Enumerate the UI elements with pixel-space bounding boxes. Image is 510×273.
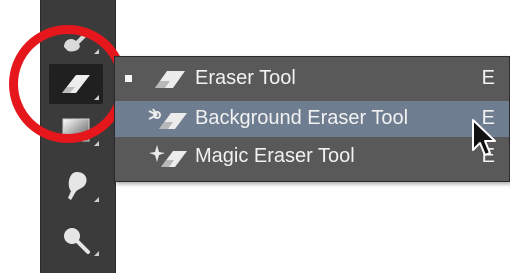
eraser-tools-flyout-menu: Eraser Tool E Background Eraser Tool E M… xyxy=(114,56,510,182)
menu-item-magic-eraser-tool[interactable]: Magic Eraser Tool E xyxy=(115,139,509,175)
menu-item-label: Magic Eraser Tool xyxy=(195,145,355,167)
eraser-icon xyxy=(62,75,90,93)
tool-group-indicator xyxy=(94,197,99,202)
brush-icon xyxy=(64,29,91,52)
mouse-cursor-icon xyxy=(472,119,496,156)
dodge-tool-button[interactable] xyxy=(49,220,103,260)
blur-icon xyxy=(68,172,87,200)
tool-group-indicator xyxy=(94,49,99,54)
eraser-icon xyxy=(155,71,185,88)
tool-group-indicator xyxy=(94,95,99,100)
tools-panel xyxy=(40,0,116,273)
dodge-icon xyxy=(64,228,90,254)
menu-item-label: Background Eraser Tool xyxy=(195,107,409,129)
selected-tool-bullet xyxy=(125,75,132,82)
menu-item-background-eraser-tool[interactable]: Background Eraser Tool E xyxy=(115,101,509,137)
tool-group-indicator xyxy=(94,141,99,146)
brush-tool-button[interactable] xyxy=(49,18,103,58)
blur-tool-button[interactable] xyxy=(49,166,103,206)
tool-group-indicator xyxy=(94,251,99,256)
gradient-tool-button[interactable] xyxy=(49,110,103,150)
eraser-tool-button[interactable] xyxy=(49,64,103,104)
menu-item-shortcut: E xyxy=(481,67,495,89)
gradient-icon xyxy=(62,118,90,142)
menu-item-eraser-tool[interactable]: Eraser Tool E xyxy=(115,61,509,97)
menu-item-label: Eraser Tool xyxy=(195,67,296,89)
background-eraser-icon xyxy=(148,108,187,129)
magic-eraser-icon xyxy=(149,145,187,167)
